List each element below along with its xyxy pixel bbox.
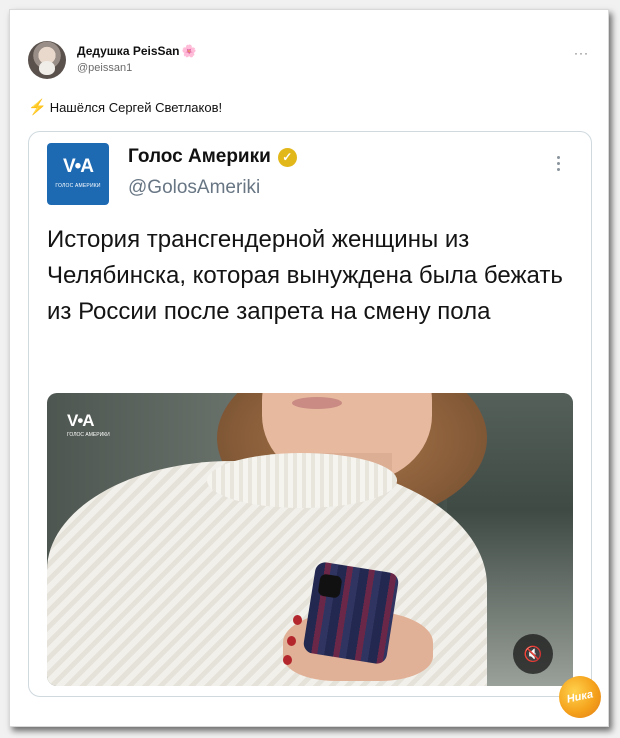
author-avatar[interactable]	[28, 41, 66, 79]
lightning-icon: ⚡	[28, 99, 47, 116]
author-name[interactable]: Дедушка PeisSan	[77, 44, 180, 58]
quoted-account-handle[interactable]: @GolosAmeriki	[128, 177, 260, 199]
voa-logo-mark: V•A	[62, 156, 94, 177]
video-voa-mark: V•A	[67, 411, 95, 430]
more-vertical-icon[interactable]	[555, 156, 561, 171]
author-handle[interactable]: @peissan1	[77, 62, 132, 74]
flower-icon: 🌸	[181, 44, 197, 58]
post-text-row: ⚡ Нашёлся Сергей Светлаков!	[28, 100, 222, 115]
video-player[interactable]: V•A ГОЛОС АМЕРИКИ 🔇	[47, 393, 573, 686]
video-voa-logo: V•A ГОЛОС АМЕРИКИ	[67, 411, 110, 438]
video-phone-camera	[317, 573, 343, 599]
post-text: Нашёлся Сергей Светлаков!	[49, 100, 223, 115]
video-lips	[292, 397, 342, 409]
author-name-row[interactable]: Дедушка PeisSan 🌸	[77, 44, 196, 58]
voa-avatar[interactable]: V•A ГОЛОС АМЕРИКИ	[47, 143, 109, 205]
quoted-account-name[interactable]: Голос Америки	[128, 146, 271, 168]
mute-icon[interactable]: 🔇	[513, 634, 553, 674]
video-nail	[287, 636, 296, 646]
video-phone	[302, 560, 400, 666]
voa-logo-subtitle: ГОЛОС АМЕРИКИ	[55, 183, 101, 189]
video-nail	[293, 615, 302, 625]
video-sweater-collar	[207, 453, 397, 508]
more-options-icon[interactable]: ···	[574, 46, 589, 60]
verified-badge-icon: ✓	[277, 147, 297, 167]
avatar-beard	[39, 61, 55, 75]
quoted-account-name-row[interactable]: Голос Америки ✓	[128, 146, 297, 168]
video-nail	[283, 655, 292, 665]
video-voa-subtitle: ГОЛОС АМЕРИКИ	[67, 432, 110, 438]
quoted-post-text: История трансгендерной женщины из Челяби…	[47, 226, 563, 325]
